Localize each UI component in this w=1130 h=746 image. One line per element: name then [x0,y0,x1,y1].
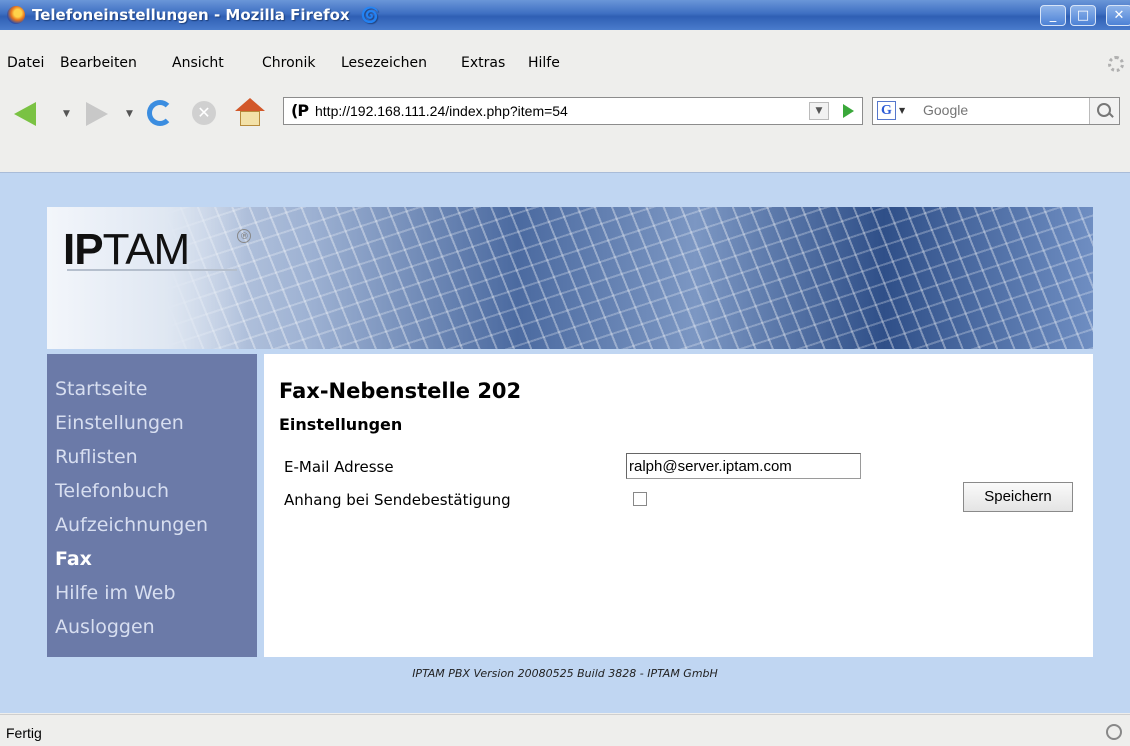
home-roof-shape [235,98,265,111]
sidebar-item-telefonbuch[interactable]: Telefonbuch [55,480,169,502]
url-bar[interactable]: (P http://192.168.111.24/index.php?item=… [283,97,863,125]
sidebar-item-hilfe-im-web[interactable]: Hilfe im Web [55,582,176,604]
window-title: Telefoneinstellungen - Mozilla Firefox [32,6,350,24]
sidebar-nav: Startseite Einstellungen Ruflisten Telef… [47,354,257,657]
attachment-checkbox[interactable] [633,492,647,506]
home-body-shape [240,111,260,126]
email-label: E-Mail Adresse [284,458,394,476]
back-dropdown-icon[interactable]: ▼ [63,109,70,119]
page-title: Fax-Nebenstelle 202 [279,379,522,403]
search-icon[interactable] [1089,98,1119,124]
window-titlebar: Telefoneinstellungen - Mozilla Firefox 🌀 [0,0,1130,30]
menu-ansicht[interactable]: Ansicht [172,55,224,71]
header-banner: IPTAM ® [47,207,1093,349]
sidebar-item-fax[interactable]: Fax [55,548,92,570]
firefox-icon [7,6,25,24]
go-arrow-icon[interactable] [843,104,854,118]
home-icon[interactable] [235,98,265,128]
menu-chronik[interactable]: Chronik [262,55,316,71]
main-panel: Fax-Nebenstelle 202 Einstellungen E-Mail… [264,354,1093,657]
logo-bold-text: IP [63,225,104,274]
sidebar-item-startseite[interactable]: Startseite [55,378,147,400]
maximize-button[interactable]: □ [1070,5,1096,26]
logo-rest-text: TAM [102,225,191,274]
sidebar-item-aufzeichnungen[interactable]: Aufzeichnungen [55,514,208,536]
google-engine-icon[interactable]: G [877,101,896,120]
search-engine-dropdown-icon[interactable]: ▼ [899,106,905,115]
stop-icon[interactable]: ✕ [192,101,216,125]
status-indicator-icon [1106,724,1122,740]
version-footer: IPTAM PBX Version 20080525 Build 3828 - … [412,667,718,680]
menu-extras[interactable]: Extras [461,55,505,71]
iptam-logo: IPTAM ® [63,225,251,275]
minimize-button[interactable]: _ [1040,5,1066,26]
status-bar: Fertig [0,714,1130,746]
forward-dropdown-icon[interactable]: ▼ [126,109,133,119]
email-field[interactable] [626,453,861,479]
attachment-label: Anhang bei Sendebestätigung [284,491,511,509]
url-text[interactable]: http://192.168.111.24/index.php?item=54 [315,103,568,119]
search-input[interactable] [923,102,1083,118]
forward-arrow-icon[interactable] [86,102,108,126]
url-history-dropdown[interactable]: ▼ [809,102,829,120]
menu-lesezeichen[interactable]: Lesezeichen [341,55,427,71]
menu-datei[interactable]: Datei [7,55,44,71]
site-favicon-icon: (P [291,101,309,120]
sidebar-item-einstellungen[interactable]: Einstellungen [55,412,184,434]
close-button[interactable]: ✕ [1106,5,1130,26]
back-arrow-icon[interactable] [14,102,36,126]
sidebar-item-ruflisten[interactable]: Ruflisten [55,446,138,468]
search-bar[interactable]: G ▼ [872,97,1120,125]
menu-bearbeiten[interactable]: Bearbeiten [60,55,137,71]
status-text: Fertig [6,725,42,741]
throbber-icon [1108,56,1124,72]
reload-icon[interactable] [147,100,173,126]
save-button[interactable]: Speichern [963,482,1073,512]
spiral-icon: 🌀 [360,6,380,24]
sidebar-item-ausloggen[interactable]: Ausloggen [55,616,155,638]
registered-mark-icon: ® [237,229,251,243]
section-heading: Einstellungen [279,415,403,434]
menu-hilfe[interactable]: Hilfe [528,55,560,71]
logo-underline [67,269,237,271]
